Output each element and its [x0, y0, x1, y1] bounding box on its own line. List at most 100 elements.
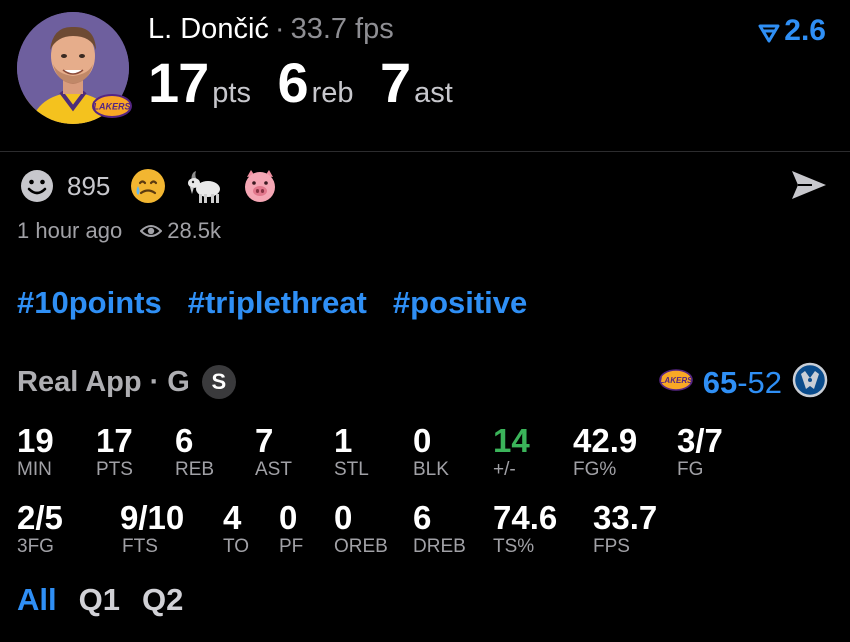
- headline-ast-value: 7: [379, 51, 411, 114]
- stat-fg: 3/7 FG: [677, 423, 723, 481]
- tab-all[interactable]: All: [17, 582, 57, 617]
- stat-label: TS%: [493, 536, 535, 557]
- stat-label: MIN: [17, 459, 52, 480]
- trend-indicator[interactable]: 2.6: [758, 14, 826, 48]
- stat-label: 3FG: [17, 536, 54, 557]
- goat-emoji-icon[interactable]: [184, 166, 224, 206]
- stat-label: FPS: [593, 536, 630, 557]
- sad-tear-emoji-icon[interactable]: [128, 166, 168, 206]
- stat-value: 0: [413, 422, 432, 459]
- lakers-logo-icon: LAKERS: [92, 94, 132, 118]
- stat-label: DREB: [413, 536, 466, 557]
- stat-label: FG%: [573, 459, 617, 480]
- lakers-team-logo-icon: LAKERS: [658, 369, 693, 396]
- smiley-reaction-icon[interactable]: [17, 166, 57, 206]
- player-name[interactable]: L. Dončić: [148, 13, 269, 45]
- stat-value: 2/5: [17, 499, 63, 536]
- stat-value: 1: [334, 422, 353, 459]
- stat-blk: 0 BLK: [413, 423, 449, 481]
- opponent-score: 52: [747, 364, 782, 400]
- stat-value: 42.9: [573, 422, 638, 459]
- reaction-count: 895: [67, 170, 111, 201]
- stat-pf: 0 PF: [279, 500, 303, 558]
- svg-text:LAKERS: LAKERS: [659, 376, 692, 385]
- stat-oreb: 0 OREB: [334, 500, 388, 558]
- stat-pts: 17 PTS: [96, 423, 133, 481]
- hashtag-10points[interactable]: #10points: [17, 285, 162, 320]
- reaction-bar: 895: [17, 166, 296, 206]
- stat-reb: 6 REB: [175, 423, 214, 481]
- headline-statline: 17 pts 6 reb 7 ast: [148, 50, 475, 115]
- game-source-line: Real App · G S: [17, 365, 236, 399]
- headline-ast-unit: ast: [414, 77, 453, 109]
- stat-fg-pct: 42.9 FG%: [573, 423, 637, 481]
- stat-plus-minus: 14 +/-: [493, 423, 530, 481]
- hashtag-list: #10points #triplethreat #positive: [17, 285, 553, 321]
- header-divider: [0, 151, 850, 152]
- stat-ts-pct: 74.6 TS%: [493, 500, 557, 558]
- stat-3fg: 2/5 3FG: [17, 500, 63, 558]
- separator-dot: ·: [274, 13, 285, 45]
- game-score[interactable]: LAKERS 65-52: [658, 362, 828, 403]
- stat-value: 17: [96, 422, 133, 459]
- stat-value: 0: [279, 499, 298, 536]
- stat-value: 19: [17, 422, 54, 459]
- stat-ast: 7 AST: [255, 423, 292, 481]
- stat-label: TO: [223, 536, 250, 557]
- stat-fps: 33.7 FPS: [593, 500, 657, 558]
- stat-value: 7: [255, 422, 274, 459]
- stat-value: 4: [223, 499, 242, 536]
- stat-label: +/-: [493, 459, 516, 480]
- stat-label: AST: [255, 459, 292, 480]
- mavericks-team-logo-icon: [792, 362, 828, 403]
- stat-label: FTS: [122, 536, 158, 557]
- stat-label: PF: [279, 536, 304, 557]
- hashtag-positive[interactable]: #positive: [393, 285, 527, 320]
- stat-value: 14: [493, 422, 530, 459]
- time-ago: 1 hour ago: [17, 218, 123, 243]
- stat-value: 6: [413, 499, 432, 536]
- stat-label: PTS: [96, 459, 133, 480]
- post-meta: 1 hour ago 28.5k: [17, 218, 221, 244]
- stat-value: 9/10: [120, 499, 185, 536]
- eye-icon: [140, 225, 163, 237]
- svg-text:LAKERS: LAKERS: [93, 102, 130, 112]
- stat-value: 6: [175, 422, 194, 459]
- headline-pts-unit: pts: [212, 77, 251, 109]
- pig-emoji-icon[interactable]: [240, 166, 280, 206]
- stat-fts: 9/10 FTS: [120, 500, 184, 558]
- stat-label: FG: [677, 459, 704, 480]
- stat-value: 33.7: [593, 499, 658, 536]
- stat-value: 3/7: [677, 422, 723, 459]
- hashtag-triplethreat[interactable]: #triplethreat: [188, 285, 367, 320]
- team-score: 65: [702, 364, 738, 400]
- stat-stl: 1 STL: [334, 423, 369, 481]
- tab-q2[interactable]: Q2: [142, 582, 183, 617]
- stat-min: 19 MIN: [17, 423, 54, 481]
- headline-pts-value: 17: [148, 51, 209, 114]
- headline-reb-value: 6: [277, 51, 308, 114]
- stat-value: 0: [334, 499, 353, 536]
- starter-badge: S: [201, 365, 236, 399]
- stat-label: STL: [334, 459, 369, 480]
- views-count-wrap: 28.5k: [140, 218, 221, 244]
- stat-to: 4 TO: [223, 500, 249, 558]
- trend-down-icon: [758, 24, 780, 43]
- headline-reb-unit: reb: [311, 77, 354, 109]
- views-count: 28.5k: [167, 218, 222, 243]
- fps-text: 33.7 fps: [290, 13, 394, 45]
- stat-dreb: 6 DREB: [413, 500, 466, 558]
- source-name: Real App: [17, 365, 142, 398]
- send-icon[interactable]: [790, 168, 828, 207]
- stat-label: OREB: [334, 536, 388, 557]
- stat-value: 74.6: [493, 499, 558, 536]
- tab-q1[interactable]: Q1: [79, 582, 120, 617]
- trend-value: 2.6: [784, 14, 826, 47]
- period-tabs: All Q1 Q2: [17, 582, 205, 618]
- stat-label: REB: [175, 459, 215, 480]
- score-dash: -: [737, 364, 748, 400]
- player-position: G: [167, 365, 190, 398]
- source-separator: ·: [149, 365, 160, 398]
- player-name-line: L. Dončić · 33.7 fps: [148, 13, 394, 46]
- stat-label: BLK: [413, 459, 449, 480]
